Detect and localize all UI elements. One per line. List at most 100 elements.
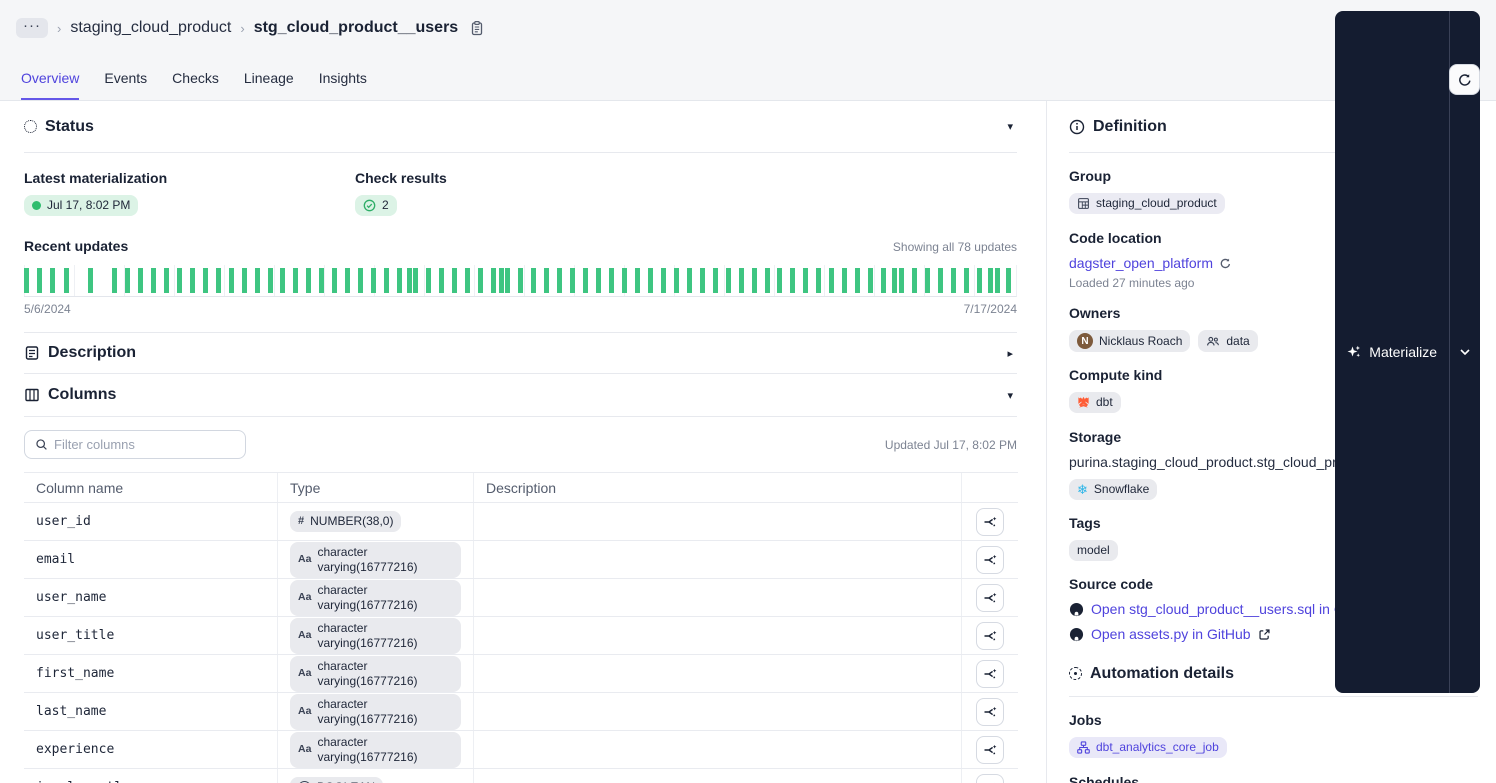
update-bar[interactable] [36,268,42,293]
update-bar[interactable] [465,268,471,293]
update-bar[interactable] [699,268,705,293]
update-bar[interactable] [499,268,505,293]
update-bar[interactable] [202,268,208,293]
update-bar[interactable] [530,268,536,293]
filter-columns-field[interactable] [24,430,246,459]
update-bar[interactable] [842,268,848,293]
reload-location-icon[interactable] [1219,257,1232,270]
update-bar[interactable] [712,268,718,293]
compute-kind-badge[interactable]: dbt [1069,392,1121,413]
update-bar[interactable] [725,268,731,293]
view-column-lineage-button[interactable] [976,659,1004,688]
view-column-lineage-button[interactable] [976,735,1004,764]
update-bar[interactable] [518,268,523,293]
latest-materialization-badge[interactable]: Jul 17, 8:02 PM [24,195,139,216]
update-bar[interactable] [241,268,247,293]
update-bar[interactable] [163,268,169,293]
update-bar[interactable] [751,268,757,293]
tag-badge[interactable]: model [1069,540,1118,561]
view-column-lineage-button[interactable] [976,583,1004,612]
owner-user-badge[interactable]: N Nicklaus Roach [1069,330,1191,352]
update-bar[interactable] [951,268,957,293]
update-bar[interactable] [215,268,221,293]
update-bar[interactable] [452,268,458,293]
update-bar[interactable] [660,268,666,293]
filter-columns-input[interactable] [54,437,224,452]
update-bar[interactable] [505,268,511,293]
update-bar[interactable] [63,268,69,293]
tab-events[interactable]: Events [104,60,147,100]
update-bar[interactable] [478,268,484,293]
updates-timeline[interactable] [24,265,1017,297]
update-bar[interactable] [228,268,234,293]
update-bar[interactable] [267,268,273,293]
update-bar[interactable] [938,268,944,293]
update-bar[interactable] [280,268,286,293]
collapse-columns-chevron-icon[interactable]: ▾ [1003,385,1017,406]
view-column-lineage-button[interactable] [976,507,1004,536]
view-column-lineage-button[interactable] [976,621,1004,650]
update-bar[interactable] [49,268,55,293]
update-bar[interactable] [111,268,117,293]
update-bar[interactable] [439,268,445,293]
update-bar[interactable] [358,268,364,293]
update-bar[interactable] [621,268,627,293]
update-bar[interactable] [319,268,325,293]
job-badge[interactable]: dbt_analytics_core_job [1069,737,1227,758]
update-bar[interactable] [647,268,653,293]
update-bar[interactable] [829,268,835,293]
view-column-lineage-button[interactable] [976,697,1004,726]
update-bar[interactable] [777,268,783,293]
update-bar[interactable] [176,268,182,293]
update-bar[interactable] [426,268,432,293]
update-bar[interactable] [925,268,931,293]
copy-asset-name-icon[interactable] [469,20,485,36]
update-bar[interactable] [397,268,403,293]
update-bar[interactable] [491,268,497,293]
update-bar[interactable] [738,268,744,293]
breadcrumb-group-link[interactable]: staging_cloud_product [70,19,231,37]
update-bar[interactable] [977,268,983,293]
tab-overview[interactable]: Overview [21,60,80,100]
update-bar[interactable] [855,268,861,293]
update-bar[interactable] [764,268,770,293]
collapse-status-chevron-icon[interactable]: ▾ [1003,116,1017,137]
update-bar[interactable] [595,268,601,293]
tab-insights[interactable]: Insights [319,60,367,100]
update-bar[interactable] [137,268,143,293]
update-bar[interactable] [899,268,905,293]
update-bar[interactable] [293,268,299,293]
view-column-lineage-button[interactable] [976,545,1004,574]
update-bar[interactable] [306,268,312,293]
update-bar[interactable] [384,268,390,293]
update-bar[interactable] [582,268,588,293]
group-badge[interactable]: staging_cloud_product [1069,193,1225,214]
update-bar[interactable] [673,268,679,293]
update-bar[interactable] [371,268,377,293]
view-column-lineage-button[interactable] [976,773,1004,783]
owner-team-badge[interactable]: data [1198,330,1258,352]
update-bar[interactable] [254,268,260,293]
update-bar[interactable] [608,268,614,293]
update-bar[interactable] [964,268,970,293]
update-bar[interactable] [881,268,887,293]
update-bar[interactable] [189,268,195,293]
update-bar[interactable] [569,268,575,293]
update-bar[interactable] [803,268,809,293]
update-bar[interactable] [332,268,338,293]
update-bar[interactable] [634,268,640,293]
update-bar[interactable] [87,268,93,293]
storage-platform-badge[interactable]: ❄ Snowflake [1069,479,1158,500]
update-bar[interactable] [345,268,351,293]
github-source-link[interactable]: Open assets.py in GitHub [1091,626,1251,642]
update-bar[interactable] [150,268,156,293]
update-bar[interactable] [995,268,1001,293]
update-bar[interactable] [686,268,692,293]
update-bar[interactable] [988,268,994,293]
update-bar[interactable] [892,268,898,293]
tab-lineage[interactable]: Lineage [244,60,294,100]
code-location-link[interactable]: dagster_open_platform [1069,255,1213,271]
refresh-button[interactable] [1449,64,1480,95]
materialize-dropdown-button[interactable] [1450,11,1480,693]
update-bar[interactable] [816,268,822,293]
